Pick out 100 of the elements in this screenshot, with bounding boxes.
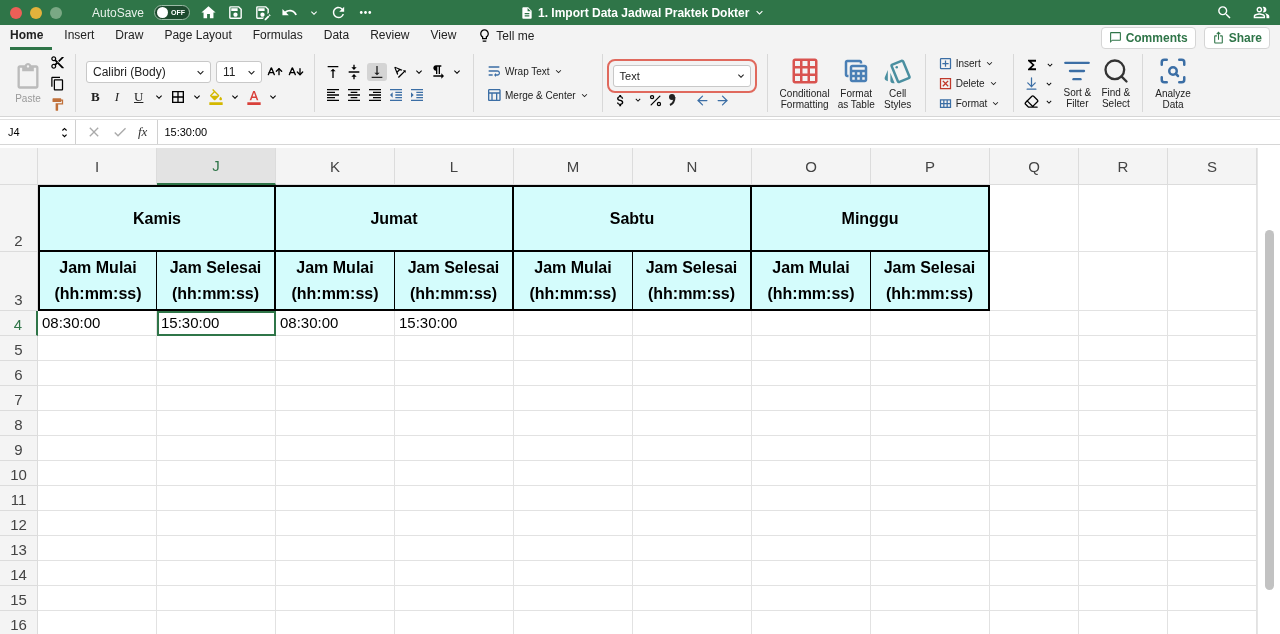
column-header[interactable]: J — [157, 148, 276, 185]
underline-button[interactable]: U — [129, 89, 149, 105]
column-header[interactable]: Q — [990, 148, 1079, 185]
day-header-cell: Sabtu — [514, 185, 752, 252]
fill-color-icon[interactable] — [208, 89, 225, 105]
row-header[interactable]: 5 — [0, 336, 38, 361]
formula-field[interactable]: 15:30:00 — [158, 126, 1280, 138]
row-header[interactable]: 2 — [0, 185, 38, 252]
table-cell[interactable]: 15:30:00 — [157, 311, 276, 336]
comments-button[interactable]: Comments — [1100, 26, 1196, 49]
row-header[interactable]: 15 — [0, 586, 38, 611]
column-header[interactable]: N — [633, 148, 752, 185]
column-header[interactable]: I — [38, 148, 157, 185]
column-title-cell: Jam Mulai (hh:mm:ss) — [752, 252, 871, 311]
pilcrow-icon[interactable] — [430, 64, 446, 80]
search-icon[interactable] — [1216, 4, 1233, 21]
cell-command-button[interactable]: Insert — [935, 54, 1004, 72]
column-header[interactable]: S — [1168, 148, 1257, 185]
column-header[interactable]: R — [1079, 148, 1168, 185]
minimize-button[interactable] — [30, 6, 42, 19]
menu-tab[interactable]: Draw — [115, 28, 153, 50]
analyze-data-button[interactable]: Analyze Data — [1153, 56, 1193, 110]
column-header[interactable]: P — [871, 148, 990, 185]
save-icon[interactable] — [227, 4, 245, 21]
column-title-cell: Jam Selesai (hh:mm:ss) — [395, 252, 514, 311]
column-header[interactable]: M — [514, 148, 633, 185]
row-header[interactable]: 6 — [0, 361, 38, 386]
orientation-icon[interactable] — [392, 64, 408, 80]
style-command-button[interactable]: Conditional Formatting — [777, 56, 832, 110]
menu-tab[interactable]: Insert — [64, 28, 104, 50]
cell-command-button[interactable]: Format — [935, 94, 1004, 112]
copy-icon[interactable] — [50, 75, 65, 91]
bold-button[interactable]: B — [86, 89, 105, 105]
insert-function-button[interactable]: fx — [138, 124, 148, 140]
wrap-text-button[interactable]: Wrap Text — [484, 62, 592, 80]
column-title-cell: Jam Selesai (hh:mm:ss) — [633, 252, 752, 311]
align-center-icon[interactable] — [346, 87, 362, 103]
row-header[interactable]: 9 — [0, 436, 38, 461]
row-header[interactable]: 12 — [0, 511, 38, 536]
row-header[interactable]: 3 — [0, 252, 38, 311]
decrease-indent-icon[interactable] — [388, 87, 404, 103]
paintbrush-icon[interactable] — [50, 96, 65, 112]
style-command-button[interactable]: Format as Table — [835, 56, 877, 110]
search-icon — [1101, 57, 1130, 85]
menu-tab[interactable]: Formulas — [252, 28, 312, 50]
button-label: Cell Styles — [884, 88, 912, 110]
font-size-select[interactable]: 11 — [216, 61, 262, 83]
scan-search-icon — [1158, 56, 1189, 86]
align-middle-icon[interactable] — [346, 64, 362, 80]
home-icon[interactable] — [200, 4, 218, 21]
column-header[interactable]: O — [752, 148, 871, 185]
increase-decimal-icon[interactable] — [714, 92, 730, 108]
menu-tab[interactable]: Page Layout — [164, 28, 241, 50]
row-header[interactable]: 11 — [0, 486, 38, 511]
wrap-text-icon — [486, 63, 502, 79]
merge-icon — [486, 87, 502, 103]
cut-icon[interactable] — [50, 54, 65, 70]
increase-indent-icon[interactable] — [409, 87, 425, 103]
row-header[interactable]: 13 — [0, 536, 38, 561]
edit-command-button[interactable]: Sort & Filter — [1061, 57, 1094, 109]
style-command-button[interactable]: Cell Styles — [880, 56, 915, 110]
row-header[interactable]: 8 — [0, 411, 38, 436]
column-header[interactable]: L — [395, 148, 514, 185]
cell-command-button[interactable]: Delete — [935, 74, 1004, 92]
percent-icon[interactable] — [647, 92, 663, 108]
button-label: Conditional Formatting — [779, 88, 830, 110]
row-header[interactable]: 10 — [0, 461, 38, 486]
align-left-icon[interactable] — [325, 87, 341, 103]
menu-tab[interactable]: Data — [323, 28, 359, 50]
document-title: 1. Import Data Jadwal Praktek Dokter — [538, 5, 750, 20]
share-button[interactable]: Share — [1203, 26, 1270, 49]
scrollbar-thumb[interactable] — [1264, 230, 1274, 590]
row-header[interactable]: 4 — [0, 311, 38, 336]
borders-icon[interactable] — [170, 89, 187, 105]
row-header[interactable]: 16 — [0, 611, 38, 634]
menu-tab[interactable]: Review — [370, 28, 419, 50]
align-top-icon[interactable] — [325, 64, 341, 80]
font-name-select[interactable]: Calibri (Body) — [86, 61, 211, 83]
merge-center-button[interactable]: Merge & Center — [484, 86, 592, 104]
save-as-icon[interactable] — [254, 4, 272, 21]
people-icon[interactable] — [1253, 4, 1270, 21]
number-format-select[interactable]: Text — [612, 64, 751, 87]
day-header-cell: Kamis — [38, 185, 276, 252]
row-header[interactable]: 14 — [0, 561, 38, 586]
decrease-decimal-icon[interactable] — [694, 92, 710, 108]
autosave-label: AutoSave — [92, 5, 145, 20]
button-label: Sort & Filter — [1063, 87, 1092, 109]
align-bottom-button[interactable] — [367, 63, 387, 81]
row-header[interactable]: 7 — [0, 386, 38, 411]
column-header[interactable]: K — [276, 148, 395, 185]
font-color-icon[interactable] — [246, 89, 263, 105]
eraser-icon[interactable] — [1024, 94, 1040, 109]
align-right-icon[interactable] — [367, 87, 383, 103]
italic-button[interactable]: I — [109, 89, 124, 105]
name-box[interactable]: J4 — [0, 120, 76, 144]
tell-me-button[interactable]: Tell me — [496, 29, 535, 50]
column-title-cell: Jam Mulai (hh:mm:ss) — [38, 252, 157, 311]
menu-tab[interactable]: View — [430, 28, 466, 50]
edit-command-button[interactable]: Find & Select — [1099, 57, 1133, 109]
comma-style-icon[interactable] — [667, 93, 676, 107]
